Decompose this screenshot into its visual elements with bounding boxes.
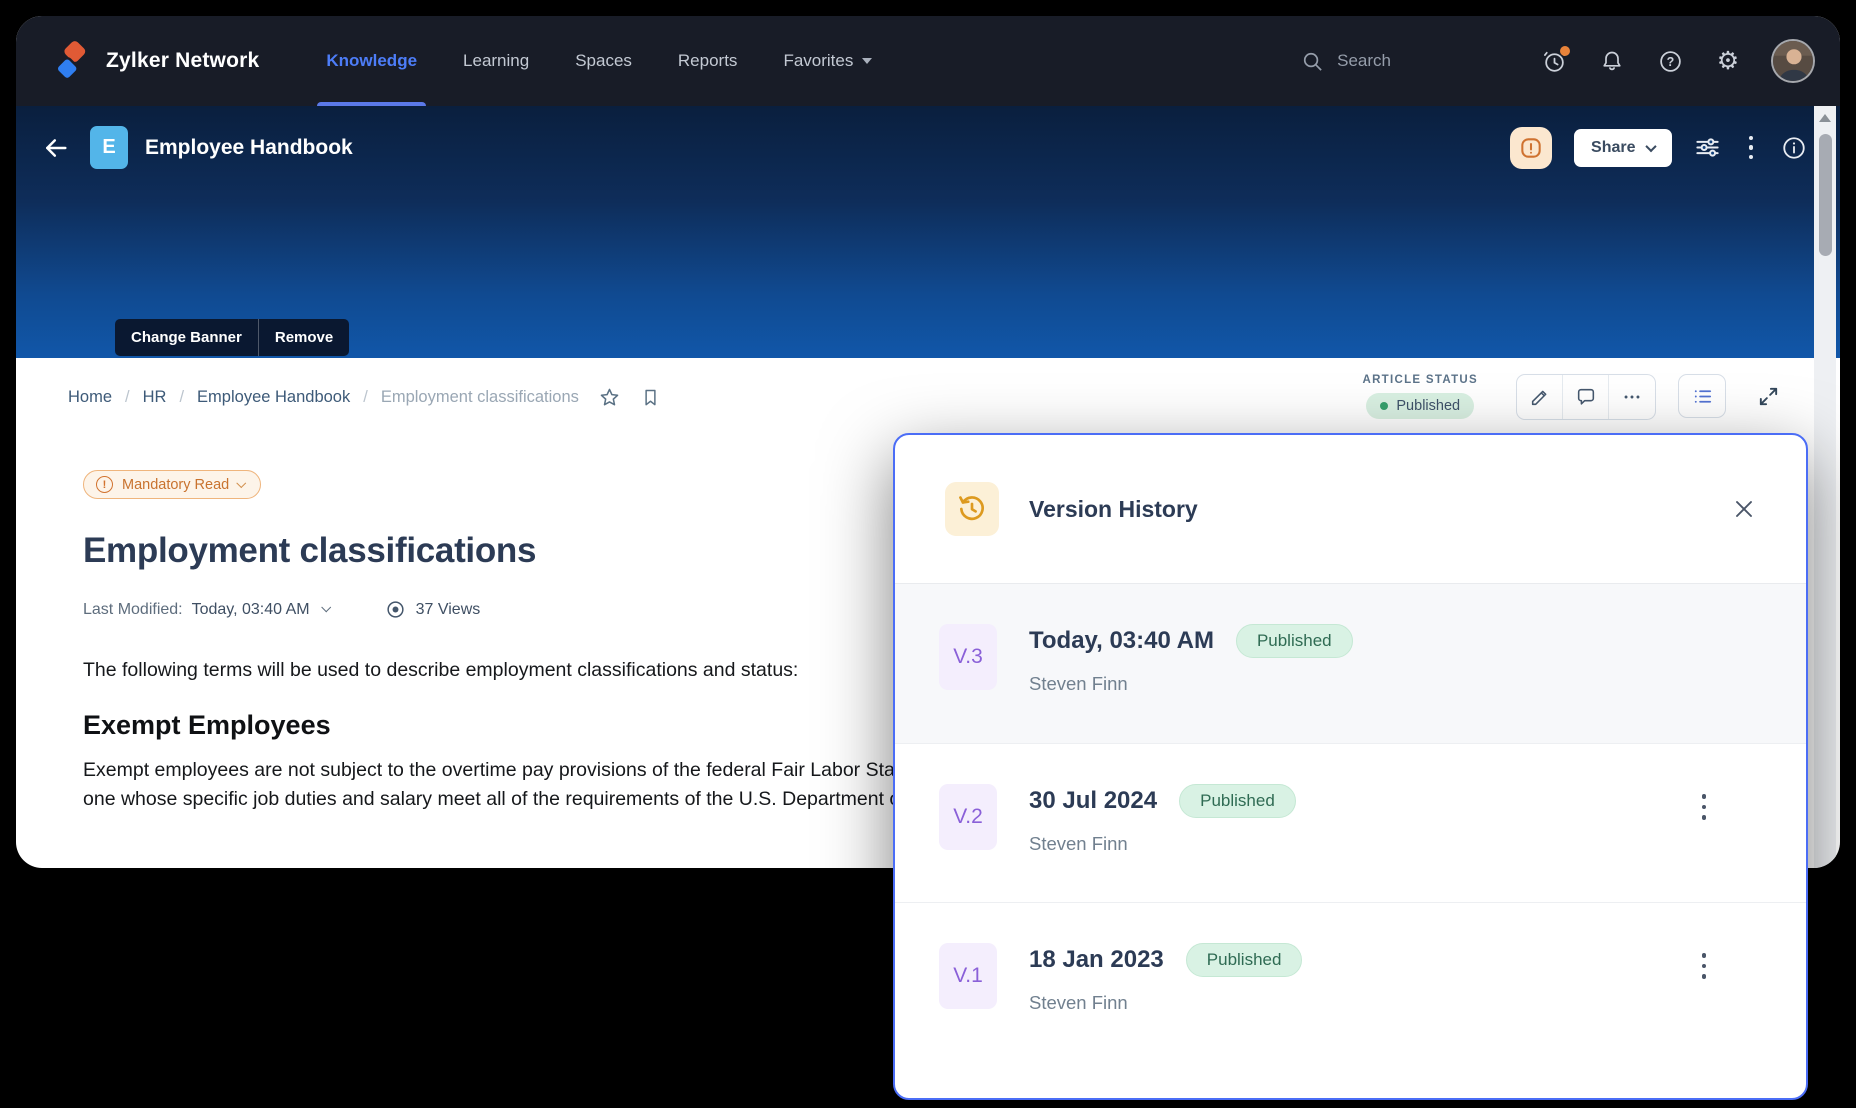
window-scrollbar[interactable] xyxy=(1814,106,1836,868)
zylker-logo-icon xyxy=(50,40,92,82)
table-of-contents-button[interactable] xyxy=(1678,374,1726,418)
article-status-label: ARTICLE STATUS xyxy=(1362,374,1478,386)
version-badge: V.1 xyxy=(939,943,997,1009)
chevron-down-icon[interactable] xyxy=(321,602,331,612)
version-date: 30 Jul 2024 xyxy=(1029,787,1157,815)
article-banner: E Employee Handbook Share xyxy=(16,106,1840,358)
last-modified-label: Last Modified: xyxy=(83,601,183,619)
search-label: Search xyxy=(1337,51,1391,71)
version-author: Steven Finn xyxy=(1029,992,1302,1014)
version-status-badge: Published xyxy=(1186,943,1303,977)
last-modified-value[interactable]: Today, 03:40 AM xyxy=(192,601,310,619)
reminders-button[interactable] xyxy=(1541,48,1567,74)
version-status-badge: Published xyxy=(1236,624,1353,658)
breadcrumb-home[interactable]: Home xyxy=(68,388,112,407)
chevron-down-icon xyxy=(862,58,872,64)
back-button[interactable] xyxy=(42,134,70,162)
display-settings-button[interactable] xyxy=(1694,134,1721,161)
version-badge: V.3 xyxy=(939,624,997,690)
change-banner-button[interactable]: Change Banner xyxy=(115,319,258,356)
bookmark-button[interactable] xyxy=(640,387,661,408)
settings-gear-button[interactable]: ⚙ xyxy=(1715,48,1741,74)
article-action-group xyxy=(1516,374,1656,420)
banner-title: Employee Handbook xyxy=(145,136,353,160)
version-options-button[interactable] xyxy=(1694,949,1715,983)
version-author: Steven Finn xyxy=(1029,673,1353,695)
version-status-badge: Published xyxy=(1179,784,1296,818)
remove-banner-button[interactable]: Remove xyxy=(259,319,349,356)
help-button[interactable]: ? xyxy=(1657,48,1683,74)
brand-name: Zylker Network xyxy=(106,49,259,73)
info-button[interactable] xyxy=(1781,135,1807,161)
gear-icon: ⚙ xyxy=(1717,49,1739,74)
scrollbar-up-arrow[interactable] xyxy=(1819,114,1831,122)
mandatory-read-badge[interactable]: ! Mandatory Read xyxy=(83,470,261,499)
chevron-down-icon xyxy=(1645,140,1656,151)
modal-header: Version History xyxy=(895,435,1806,583)
edit-article-button[interactable] xyxy=(1517,375,1563,419)
banner-edit-group: Change Banner Remove xyxy=(115,319,349,356)
nav-right: Search ? xyxy=(1301,39,1815,83)
share-button[interactable]: Share xyxy=(1574,129,1671,167)
version-row-v1[interactable]: V.1 18 Jan 2023 Published Steven Finn xyxy=(895,902,1806,1061)
version-options-button[interactable] xyxy=(1694,790,1715,824)
status-dot xyxy=(1380,402,1388,410)
article-status-badge: Published xyxy=(1366,393,1474,419)
article-status: ARTICLE STATUS Published xyxy=(1362,374,1478,419)
version-history-icon xyxy=(945,482,999,536)
favorite-star-button[interactable] xyxy=(598,386,621,409)
notification-dot xyxy=(1560,46,1570,56)
version-badge: V.2 xyxy=(939,784,997,850)
notifications-bell-button[interactable] xyxy=(1599,48,1625,74)
top-navbar: Zylker Network Knowledge Learning Spaces… xyxy=(16,16,1840,106)
version-row-v2[interactable]: V.2 30 Jul 2024 Published Steven Finn xyxy=(895,743,1806,902)
version-date: Today, 03:40 AM xyxy=(1029,627,1214,655)
modal-title: Version History xyxy=(1029,496,1198,523)
article-tools: ARTICLE STATUS Published xyxy=(1362,374,1788,420)
view-count: 37 Views xyxy=(385,599,481,620)
tab-favorites[interactable]: Favorites xyxy=(760,16,895,106)
tab-learning[interactable]: Learning xyxy=(440,16,552,106)
mandatory-alert-badge[interactable] xyxy=(1510,127,1552,169)
version-row-v3[interactable]: V.3 Today, 03:40 AM Published Steven Fin… xyxy=(895,584,1806,743)
version-history-modal: Version History V.3 Today, 03:40 AM Publ… xyxy=(893,433,1808,1100)
close-modal-button[interactable] xyxy=(1732,497,1756,521)
tab-knowledge[interactable]: Knowledge xyxy=(303,16,440,106)
version-author: Steven Finn xyxy=(1029,833,1296,855)
svg-text:?: ? xyxy=(1666,54,1674,68)
version-date: 18 Jan 2023 xyxy=(1029,946,1164,974)
breadcrumb-hr[interactable]: HR xyxy=(143,388,167,407)
banner-more-options-button[interactable] xyxy=(1743,132,1760,164)
chevron-down-icon xyxy=(237,478,246,487)
tab-reports[interactable]: Reports xyxy=(655,16,761,106)
breadcrumb-employee-handbook[interactable]: Employee Handbook xyxy=(197,388,350,407)
search-input[interactable]: Search xyxy=(1301,50,1391,73)
breadcrumb-current: Employment classifications xyxy=(381,388,579,407)
tab-spaces[interactable]: Spaces xyxy=(552,16,655,106)
handbook-tile: E xyxy=(90,126,128,169)
breadcrumb: Home / HR / Employee Handbook / Employme… xyxy=(68,386,661,409)
more-options-button[interactable] xyxy=(1609,375,1655,419)
scrollbar-thumb[interactable] xyxy=(1819,134,1832,256)
toolbar-row: Home / HR / Employee Handbook / Employme… xyxy=(16,358,1840,420)
user-avatar[interactable] xyxy=(1771,39,1815,83)
comment-button[interactable] xyxy=(1563,375,1609,419)
brand[interactable]: Zylker Network xyxy=(50,40,259,82)
alert-circle-icon: ! xyxy=(96,476,113,493)
nav-tabs: Knowledge Learning Spaces Reports Favori… xyxy=(303,16,895,106)
search-icon xyxy=(1301,50,1324,73)
fullscreen-button[interactable] xyxy=(1748,374,1788,418)
screen: Zylker Network Knowledge Learning Spaces… xyxy=(0,0,1856,1108)
